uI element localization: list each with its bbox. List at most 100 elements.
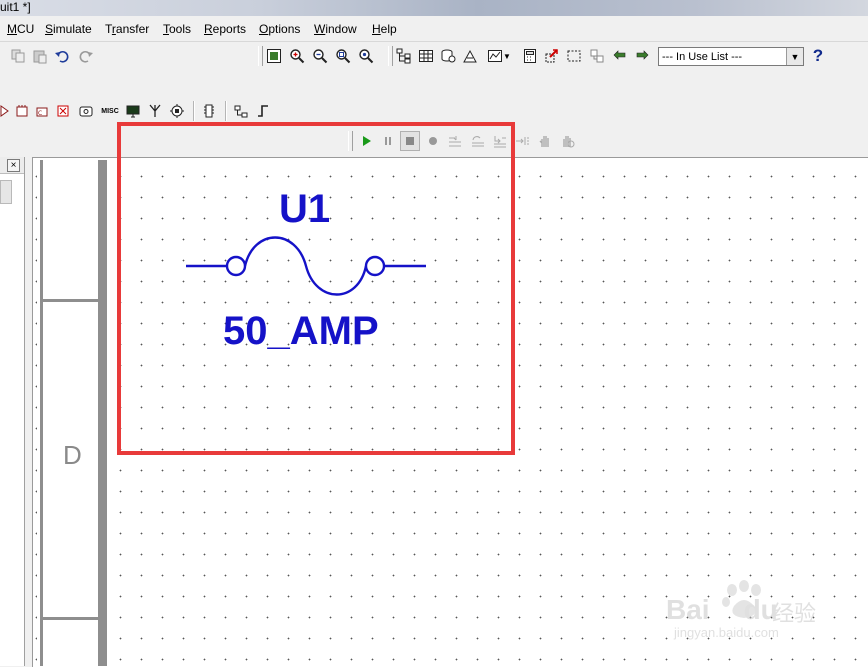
hand-remove-icon	[563, 136, 575, 148]
monitor-icon	[126, 105, 140, 118]
zoom-area-icon	[336, 49, 351, 64]
erc-button[interactable]	[542, 46, 562, 66]
full-screen-icon	[267, 49, 281, 63]
misc-component-button[interactable]: MISC	[99, 101, 121, 121]
redo-icon	[79, 51, 93, 63]
mixed-component-button[interactable]	[76, 101, 96, 121]
postprocessor-button[interactable]	[520, 46, 540, 66]
hierarchy-icon	[396, 48, 411, 64]
menu-bar: MCU Simulate Transfer Tools Reports Opti…	[0, 17, 868, 42]
undo-button[interactable]	[52, 46, 72, 66]
toolbar-separator	[225, 101, 227, 121]
ic-icon	[204, 104, 214, 118]
menu-transfer-label: Transfer	[105, 22, 150, 36]
menu-simulate[interactable]: Simulate	[45, 22, 92, 36]
hand-icon	[539, 136, 549, 147]
annotate-icon	[590, 49, 604, 63]
forward-annotate-button[interactable]	[587, 46, 607, 66]
forward-annotate-icon	[636, 50, 649, 60]
cmos-icon: C	[36, 107, 48, 117]
menu-simulate-label: Simulate	[45, 22, 92, 36]
bus-icon	[234, 105, 248, 118]
watermark-cn: 经验	[772, 602, 817, 627]
title-bar	[0, 0, 868, 16]
menu-options[interactable]: Options	[259, 22, 300, 36]
watermark-url: jingyan.baidu.com	[674, 625, 779, 640]
zoom-in-button[interactable]	[287, 46, 307, 66]
calculator-icon	[524, 49, 536, 63]
panel-tree-item[interactable]	[0, 180, 12, 204]
mixed-icon	[79, 106, 93, 117]
menu-mcu[interactable]: MCU	[7, 22, 34, 36]
design-toolbox-button[interactable]	[394, 46, 414, 66]
cmos-component-button[interactable]: C	[32, 101, 52, 121]
redo-button[interactable]	[76, 46, 96, 66]
ttl-component-button[interactable]	[12, 101, 32, 121]
place-bus-button[interactable]	[231, 101, 251, 121]
create-component-button[interactable]	[460, 46, 480, 66]
toolbar-grip[interactable]	[258, 46, 263, 66]
place-hierarchical-button[interactable]	[199, 101, 219, 121]
panel-close-button[interactable]: ×	[7, 159, 20, 172]
menu-tools[interactable]: Tools	[163, 22, 191, 36]
zoom-fit-button[interactable]	[356, 46, 376, 66]
forward-to-ultiboard-button[interactable]	[632, 46, 652, 66]
components-toolbar: C MISC	[0, 98, 282, 124]
edit-toolbar	[0, 42, 104, 70]
menu-help[interactable]: Help	[372, 22, 397, 36]
electromechanical-button[interactable]	[123, 101, 143, 121]
remove-breakpoints-button[interactable]	[557, 131, 577, 151]
toolbar-separator	[193, 101, 195, 121]
analog-component-button[interactable]	[0, 101, 10, 121]
toolbar-grip[interactable]	[388, 46, 393, 66]
menu-window[interactable]: Window	[314, 22, 357, 36]
chevron-down-icon[interactable]: ▼	[786, 48, 803, 65]
menu-transfer[interactable]: Transfer	[105, 22, 149, 36]
svg-text:C: C	[38, 110, 42, 117]
misc-digital-icon	[57, 105, 69, 117]
in-use-list-select[interactable]: --- In Use List --- ▼	[658, 47, 804, 66]
run-to-cursor-icon	[516, 137, 529, 145]
zone-divider	[40, 299, 100, 302]
spreadsheet-view-button[interactable]	[416, 46, 436, 66]
ttl-icon	[16, 105, 28, 117]
help-button[interactable]: ?	[808, 46, 828, 66]
menu-reports[interactable]: Reports	[204, 22, 246, 36]
grid-icon	[419, 50, 433, 62]
toggle-breakpoint-button[interactable]	[535, 131, 555, 151]
border-line	[98, 160, 107, 666]
erc-icon	[545, 49, 558, 63]
database-manager-button[interactable]	[438, 46, 458, 66]
main-toolbar: ▼ --- In Use List --- ▼ ?	[386, 42, 826, 70]
run-to-cursor-button[interactable]	[512, 131, 532, 151]
zone-divider	[40, 617, 100, 620]
title-block-border	[37, 160, 105, 666]
watermark-brand-left: Bai	[666, 594, 710, 625]
full-screen-button[interactable]	[264, 46, 284, 66]
menu-help-label: Help	[372, 22, 397, 36]
misc-digital-button[interactable]	[53, 101, 73, 121]
copy-button[interactable]	[8, 46, 28, 66]
database-icon	[441, 49, 456, 63]
zoom-out-button[interactable]	[310, 46, 330, 66]
mcu-component-button[interactable]	[167, 101, 187, 121]
paste-button[interactable]	[30, 46, 50, 66]
zone-label: D	[63, 440, 82, 470]
view-toolbar	[256, 42, 384, 70]
watermark: Bai du 经验 jingyan.baidu.com	[662, 576, 858, 642]
capture-area-icon	[567, 50, 581, 62]
capture-area-button[interactable]	[564, 46, 584, 66]
rf-component-button[interactable]	[145, 101, 165, 121]
window-title: uit1 *]	[0, 0, 31, 14]
place-wire-button[interactable]	[253, 101, 273, 121]
grapher-dropdown-button[interactable]: ▼	[484, 46, 514, 66]
zoom-area-button[interactable]	[333, 46, 353, 66]
back-annotate-button[interactable]	[610, 46, 630, 66]
undo-icon	[55, 51, 69, 63]
antenna-icon	[149, 104, 161, 117]
menu-options-label: Options	[259, 22, 301, 36]
highlight-box	[117, 122, 515, 455]
zoom-in-icon	[290, 49, 305, 64]
paste-icon	[33, 50, 47, 64]
chevron-down-icon: ▼	[503, 51, 511, 61]
